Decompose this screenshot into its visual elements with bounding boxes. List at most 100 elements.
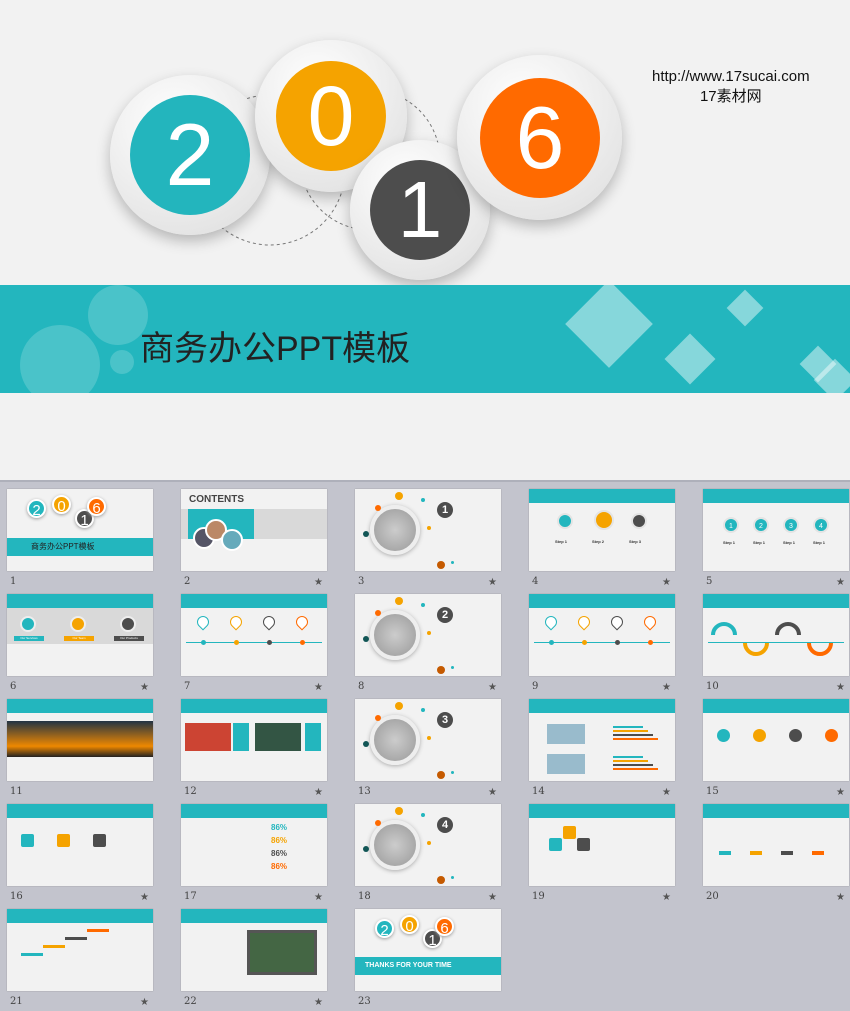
- slide-thumbnail-3[interactable]: 1: [355, 489, 501, 571]
- slide-band: 商务办公PPT模板: [7, 538, 153, 556]
- progress-bar: [613, 760, 648, 762]
- slide-header-bar: [7, 909, 153, 923]
- animation-star-icon[interactable]: ★: [836, 892, 845, 903]
- decor-dot: [451, 561, 454, 564]
- photo-circle: [221, 529, 243, 551]
- timeline-dot: [300, 640, 305, 645]
- photo-circle: [370, 505, 420, 555]
- decor-dot: [375, 820, 381, 826]
- progress-bar: [613, 734, 653, 736]
- animation-star-icon[interactable]: ★: [140, 892, 149, 903]
- step-label: Step 1: [555, 539, 568, 544]
- site-name: 17素材网: [699, 88, 762, 105]
- animation-star-icon[interactable]: ★: [662, 787, 671, 798]
- slide-number: 7: [184, 681, 191, 692]
- decor-bubble: [20, 325, 100, 393]
- slide-thumbnail-2[interactable]: CONTENTS: [181, 489, 327, 571]
- animation-star-icon[interactable]: ★: [314, 577, 323, 588]
- decor-dot: [437, 771, 445, 779]
- slide-header-bar: [703, 804, 849, 818]
- site-url[interactable]: http://www.17sucai.com: [652, 67, 810, 87]
- animation-star-icon[interactable]: ★: [662, 682, 671, 693]
- slide-thumbnail-1[interactable]: 2 0 1 6 商务办公PPT模板: [7, 489, 153, 571]
- animation-star-icon[interactable]: ★: [140, 997, 149, 1008]
- section-number: 1: [437, 502, 453, 518]
- step-label: Step 1: [753, 540, 766, 545]
- percent-value: 86%: [271, 836, 288, 845]
- decor-dot: [421, 708, 425, 712]
- slide-thumbnail-23[interactable]: 2 0 1 6 THANKS FOR YOUR TIME: [355, 909, 501, 991]
- digit-0: 0: [276, 61, 386, 171]
- slide-thumbnail-13[interactable]: 3: [355, 699, 501, 781]
- decor-bubble: [110, 350, 134, 374]
- decor-dot: [427, 841, 431, 845]
- stair-step: [87, 929, 109, 932]
- step-circle: 1: [723, 517, 739, 533]
- decor-dot: [427, 526, 431, 530]
- slide-thumbnail-18[interactable]: 4: [355, 804, 501, 886]
- section-number: 4: [437, 817, 453, 833]
- percent-value: 86%: [271, 823, 288, 832]
- decor-dot: [451, 771, 454, 774]
- wave-segment: [743, 643, 769, 656]
- slide-number: 10: [706, 681, 719, 692]
- step-circle: [557, 513, 573, 529]
- pin-marker: [542, 613, 560, 631]
- decor-bubble: [88, 285, 148, 345]
- digit-badge: 2: [375, 919, 394, 939]
- slide-thumbnail-22[interactable]: [181, 909, 327, 991]
- animation-star-icon[interactable]: ★: [836, 577, 845, 588]
- decor-dot: [375, 505, 381, 511]
- decor-dot: [375, 715, 381, 721]
- slide-thumbnail-17[interactable]: 86% 86% 86% 86%: [181, 804, 327, 886]
- slide-thumbnail-12[interactable]: [181, 699, 327, 781]
- slide-header-bar: [703, 489, 849, 503]
- animation-star-icon[interactable]: ★: [488, 892, 497, 903]
- slide-thumbnail-10[interactable]: [703, 594, 849, 676]
- pin-marker: [260, 613, 278, 631]
- slide-thumbnail-7[interactable]: [181, 594, 327, 676]
- decor-dot: [421, 813, 425, 817]
- slide-thumbnail-5[interactable]: 1 Step 1 2 Step 1 3 Step 1 4 Step 1: [703, 489, 849, 571]
- stair-step: [21, 953, 43, 956]
- slide-number: 11: [10, 786, 23, 797]
- slide-thumbnail-6[interactable]: Our Services Our Team Our Products: [7, 594, 153, 676]
- digit-badge: 0: [52, 495, 71, 515]
- animation-star-icon[interactable]: ★: [488, 682, 497, 693]
- digit-6: 6: [480, 78, 600, 198]
- slide-thumbnail-11[interactable]: [7, 699, 153, 781]
- stair-step: [43, 945, 65, 948]
- digit-badge: 2: [27, 499, 46, 519]
- slide-thumbnail-16[interactable]: [7, 804, 153, 886]
- slide-thumbnail-8[interactable]: 2: [355, 594, 501, 676]
- animation-star-icon[interactable]: ★: [488, 787, 497, 798]
- social-icon: [21, 834, 34, 847]
- slide-number: 14: [532, 786, 545, 797]
- slide-thumbnail-21[interactable]: [7, 909, 153, 991]
- slide-thumbnail-20[interactable]: [703, 804, 849, 886]
- animation-star-icon[interactable]: ★: [314, 997, 323, 1008]
- decor-dot: [395, 702, 403, 710]
- animation-star-icon[interactable]: ★: [488, 577, 497, 588]
- step-label: Step 2: [592, 539, 605, 544]
- digit-2: 2: [130, 95, 250, 215]
- slide-thumbnail-15[interactable]: [703, 699, 849, 781]
- animation-star-icon[interactable]: ★: [836, 787, 845, 798]
- step-label: Step 1: [783, 540, 796, 545]
- slide-number: 16: [10, 891, 23, 902]
- animation-star-icon[interactable]: ★: [662, 577, 671, 588]
- animation-star-icon[interactable]: ★: [140, 682, 149, 693]
- slide-thumbnail-9[interactable]: [529, 594, 675, 676]
- step-circle: 4: [813, 517, 829, 533]
- animation-star-icon[interactable]: ★: [314, 682, 323, 693]
- slide-thumbnail-14[interactable]: [529, 699, 675, 781]
- slide-thumbnail-19[interactable]: [529, 804, 675, 886]
- slide-header-bar: [529, 594, 675, 608]
- animation-star-icon[interactable]: ★: [314, 787, 323, 798]
- table-button: [750, 851, 762, 855]
- slide-thumbnail-4[interactable]: Step 1 Step 2 Step 3: [529, 489, 675, 571]
- slide-header-bar: [181, 804, 327, 818]
- animation-star-icon[interactable]: ★: [662, 892, 671, 903]
- animation-star-icon[interactable]: ★: [836, 682, 845, 693]
- animation-star-icon[interactable]: ★: [314, 892, 323, 903]
